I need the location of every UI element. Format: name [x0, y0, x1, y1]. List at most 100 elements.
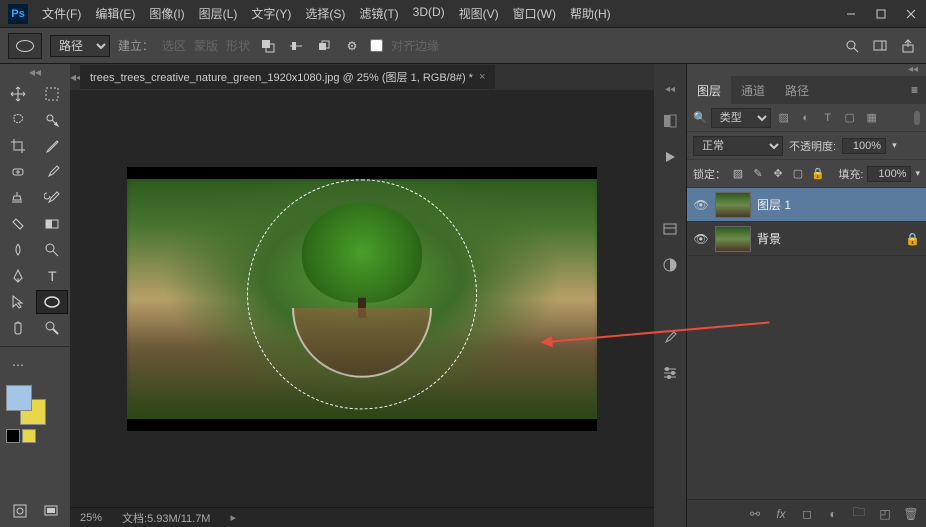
history-brush-tool[interactable]: [36, 186, 68, 210]
layer-mask-icon[interactable]: ◻: [798, 505, 816, 523]
quick-mask-toggle[interactable]: [6, 499, 33, 523]
move-tool[interactable]: [2, 82, 34, 106]
link-layers-icon[interactable]: ⚯: [746, 505, 764, 523]
blur-tool[interactable]: [2, 238, 34, 262]
panel-menu-icon[interactable]: ≡: [903, 83, 926, 97]
layer-group-icon[interactable]: 🗀: [850, 505, 868, 523]
lock-position-icon[interactable]: ✥: [770, 166, 786, 182]
layer-name[interactable]: 图层 1: [757, 196, 920, 213]
filter-smart-icon[interactable]: ▦: [863, 109, 881, 127]
lock-transparency-icon[interactable]: ▨: [730, 166, 746, 182]
lock-pixels-icon[interactable]: ✎: [750, 166, 766, 182]
menu-window[interactable]: 窗口(W): [507, 1, 562, 26]
minimize-button[interactable]: [836, 0, 866, 28]
visibility-toggle[interactable]: 👁: [693, 198, 709, 212]
filter-adjust-icon[interactable]: ◐: [797, 109, 815, 127]
menu-type[interactable]: 文字(Y): [245, 1, 297, 26]
lasso-tool[interactable]: [2, 108, 34, 132]
search-icon[interactable]: [842, 36, 862, 56]
menu-file[interactable]: 文件(F): [36, 1, 87, 26]
eraser-tool[interactable]: [2, 212, 34, 236]
lock-all-icon[interactable]: 🔒: [810, 166, 826, 182]
path-align-icon[interactable]: [286, 36, 306, 56]
zoom-level[interactable]: 25%: [80, 512, 102, 524]
share-icon[interactable]: [898, 36, 918, 56]
layer-fx-icon[interactable]: fx: [772, 505, 790, 523]
layer-name[interactable]: 背景: [757, 230, 899, 247]
ellipse-tool-indicator[interactable]: [8, 33, 42, 59]
foreground-color[interactable]: [6, 385, 32, 411]
menu-edit[interactable]: 编辑(E): [89, 1, 141, 26]
crop-tool[interactable]: [2, 134, 34, 158]
visibility-toggle[interactable]: 👁: [693, 232, 709, 246]
menu-image[interactable]: 图像(I): [143, 1, 190, 26]
menu-select[interactable]: 选择(S): [299, 1, 351, 26]
opacity-value[interactable]: 100%: [842, 138, 886, 154]
swap-colors[interactable]: [22, 429, 36, 443]
toolbar-collapse[interactable]: ◂◂: [0, 64, 70, 80]
ellipse-shape-tool[interactable]: [36, 290, 68, 314]
color-swatches[interactable]: [6, 385, 46, 425]
quick-select-tool[interactable]: [36, 108, 68, 132]
marquee-tool[interactable]: [36, 82, 68, 106]
hand-tool[interactable]: [2, 316, 34, 340]
doc-info[interactable]: 文档:5.93M/11.7M: [122, 510, 210, 526]
brush-tool[interactable]: [36, 160, 68, 184]
filter-pixel-icon[interactable]: ▨: [775, 109, 793, 127]
path-select-tool[interactable]: [2, 290, 34, 314]
libraries-panel-icon[interactable]: [660, 219, 680, 239]
lock-artboard-icon[interactable]: ▢: [790, 166, 806, 182]
zoom-tool[interactable]: [36, 316, 68, 340]
align-edges-label: 对齐边缘: [391, 37, 439, 54]
document-tab[interactable]: trees_trees_creative_nature_green_1920x1…: [80, 65, 495, 89]
healing-tool[interactable]: [2, 160, 34, 184]
type-tool[interactable]: T: [36, 264, 68, 288]
adjustment-layer-icon[interactable]: ◐: [824, 505, 842, 523]
play-panel-icon[interactable]: [660, 147, 680, 167]
screen-mode-toggle[interactable]: [37, 499, 64, 523]
menu-3d[interactable]: 3D(D): [407, 1, 451, 26]
menu-layer[interactable]: 图层(L): [193, 1, 244, 26]
clone-stamp-tool[interactable]: [2, 186, 34, 210]
tab-layers[interactable]: 图层: [687, 76, 731, 105]
workspace-icon[interactable]: [870, 36, 890, 56]
filter-type-icon[interactable]: T: [819, 109, 837, 127]
adjustments-panel-icon[interactable]: [660, 255, 680, 275]
layer-thumbnail[interactable]: [715, 226, 751, 252]
menu-help[interactable]: 帮助(H): [564, 1, 617, 26]
path-operations-icon[interactable]: [258, 36, 278, 56]
delete-layer-icon[interactable]: 🗑: [902, 505, 920, 523]
filter-toggle[interactable]: [914, 111, 920, 125]
align-edges-checkbox[interactable]: [370, 39, 383, 52]
mid-collapse[interactable]: ◂◂: [665, 84, 675, 95]
tab-paths[interactable]: 路径: [775, 76, 819, 105]
layer-filter-select[interactable]: 类型: [711, 108, 771, 128]
color-panel-icon[interactable]: [660, 111, 680, 131]
close-tab-icon[interactable]: ×: [479, 71, 485, 83]
tab-channels[interactable]: 通道: [731, 76, 775, 105]
new-layer-icon[interactable]: ◰: [876, 505, 894, 523]
eyedropper-tool[interactable]: [36, 134, 68, 158]
maximize-button[interactable]: [866, 0, 896, 28]
blend-mode-select[interactable]: 正常: [693, 136, 783, 156]
right-collapse[interactable]: ◂◂: [687, 64, 926, 76]
menu-filter[interactable]: 滤镜(T): [353, 1, 404, 26]
sliders-panel-icon[interactable]: [660, 363, 680, 383]
canvas[interactable]: [70, 90, 654, 507]
menu-view[interactable]: 视图(V): [453, 1, 505, 26]
tool-mode-select[interactable]: 路径: [50, 35, 110, 57]
layer-row[interactable]: 👁 图层 1: [687, 188, 926, 222]
dodge-tool[interactable]: [36, 238, 68, 262]
edit-toolbar[interactable]: ⋯: [2, 353, 34, 377]
layer-row[interactable]: 👁 背景 🔒: [687, 222, 926, 256]
fill-value[interactable]: 100%: [867, 166, 911, 182]
canvas-collapse-left[interactable]: ◂◂: [70, 70, 80, 84]
gradient-tool[interactable]: [36, 212, 68, 236]
gear-icon[interactable]: ⚙: [342, 36, 362, 56]
filter-shape-icon[interactable]: ▢: [841, 109, 859, 127]
pen-tool[interactable]: [2, 264, 34, 288]
default-colors[interactable]: [6, 429, 20, 443]
layer-thumbnail[interactable]: [715, 192, 751, 218]
close-button[interactable]: [896, 0, 926, 28]
path-arrange-icon[interactable]: [314, 36, 334, 56]
